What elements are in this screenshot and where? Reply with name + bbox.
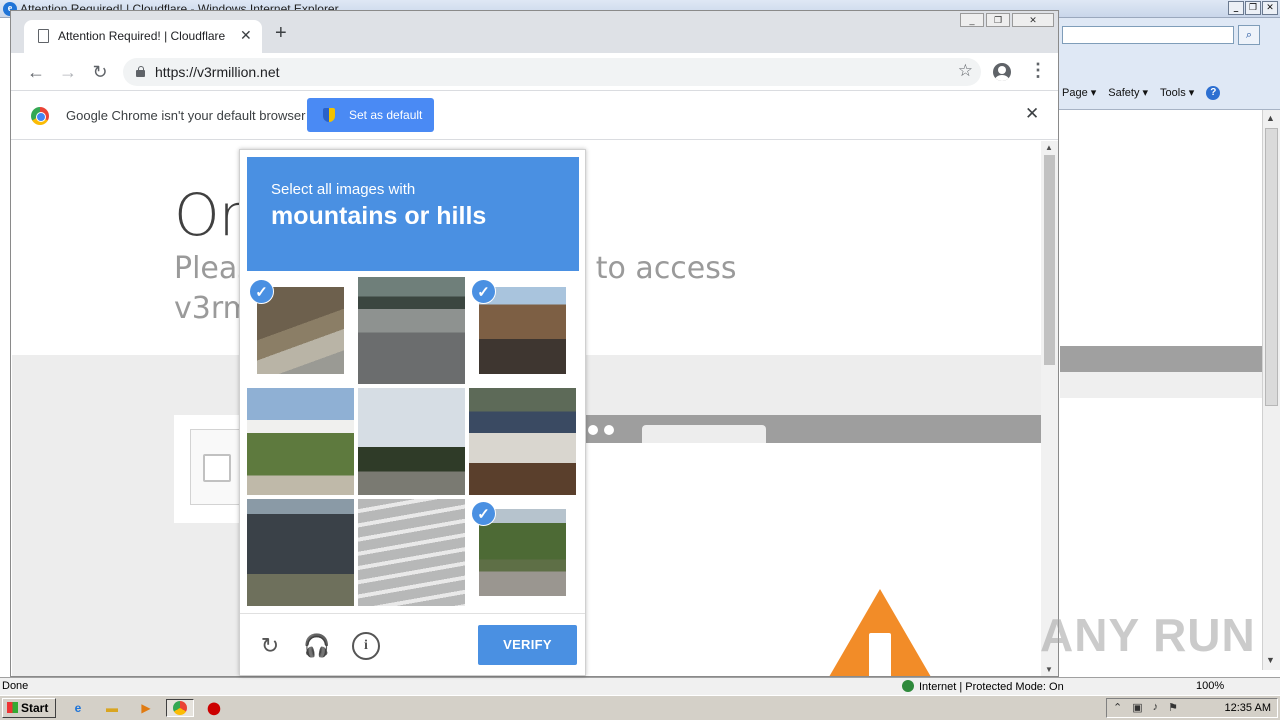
- image-tile[interactable]: [469, 388, 576, 495]
- ie-status-text: Done: [2, 680, 29, 692]
- chrome-toolbar: ← → ↻ https://v3rmillion.net ☆ ⋮: [11, 53, 1058, 91]
- folder-icon[interactable]: ▬: [102, 699, 122, 717]
- page-icon: [38, 29, 49, 43]
- illustration-dot: [588, 425, 598, 435]
- tray-expand-icon[interactable]: ⌃: [1113, 701, 1122, 714]
- start-button[interactable]: Start: [2, 698, 56, 718]
- taskbar: Start e ▬ ▶ ⬤ ⌃ ▣ ♪ ⚑ 12:35 AM: [0, 695, 1280, 720]
- chrome-restore-button[interactable]: ❐: [986, 13, 1010, 27]
- image-tile[interactable]: [358, 388, 465, 495]
- ie-zoom-level[interactable]: 100%: [1196, 680, 1224, 692]
- ie-page-gray-bar: [1060, 346, 1262, 372]
- search-icon[interactable]: ⌕: [1238, 25, 1260, 45]
- image-tile[interactable]: ✓: [469, 499, 576, 606]
- windows-flag-icon: [7, 702, 18, 713]
- help-icon[interactable]: ?: [1206, 86, 1221, 100]
- scroll-up-icon[interactable]: ▲: [1266, 113, 1275, 123]
- challenge-footer: ↻ 🎧 i VERIFY: [240, 613, 585, 676]
- lock-icon[interactable]: [136, 66, 145, 77]
- globe-icon: [902, 680, 914, 692]
- tab-close-icon[interactable]: ✕: [240, 27, 252, 44]
- set-as-default-label: Set as default: [349, 108, 423, 122]
- scroll-down-icon[interactable]: ▼: [1266, 655, 1275, 665]
- illustration-tab: [642, 425, 766, 443]
- audio-challenge-icon[interactable]: 🎧: [303, 632, 331, 660]
- ie-minimize-button[interactable]: _: [1228, 1, 1244, 15]
- image-tile[interactable]: ✓: [247, 277, 354, 384]
- recaptcha-checkbox[interactable]: [203, 454, 231, 482]
- anyrun-watermark: ANY RUN: [1040, 609, 1256, 661]
- volume-icon[interactable]: ♪: [1153, 701, 1159, 714]
- tab-strip: Attention Required! | Cloudflare ✕ + _ ❐…: [11, 11, 1058, 53]
- ie-page-menu[interactable]: Page ▾: [1062, 86, 1096, 100]
- browser-illustration: [572, 415, 1042, 443]
- image-grid: ✓ ✓ ✓: [247, 277, 579, 609]
- scroll-up-icon[interactable]: ▲: [1045, 143, 1053, 152]
- infobar-close-icon[interactable]: ✕: [1025, 104, 1039, 124]
- info-icon[interactable]: i: [352, 632, 380, 660]
- illustration-page: [572, 443, 1042, 676]
- reload-icon[interactable]: ↻: [87, 59, 113, 85]
- chrome-taskbar-icon[interactable]: [166, 699, 194, 717]
- ie-quicklaunch-icon[interactable]: e: [68, 699, 88, 717]
- clock[interactable]: 12:35 AM: [1225, 702, 1271, 714]
- page-scrollbar[interactable]: ▲ ▼: [1041, 141, 1058, 676]
- ie-status-bar: Done Internet | Protected Mode: On 100%: [0, 677, 1280, 695]
- scrollbar-thumb[interactable]: [1044, 155, 1055, 365]
- image-tile[interactable]: ✓: [469, 277, 576, 384]
- reload-challenge-icon[interactable]: ↻: [256, 632, 284, 660]
- image-tile[interactable]: [247, 388, 354, 495]
- checkmark-icon: ✓: [471, 501, 496, 526]
- ie-security-zone: Internet | Protected Mode: On: [919, 681, 1064, 693]
- profile-icon[interactable]: [993, 63, 1011, 81]
- network-icon[interactable]: ▣: [1132, 701, 1142, 714]
- flag-icon[interactable]: ⚑: [1168, 701, 1178, 714]
- recaptcha-challenge: Select all images with mountains or hill…: [239, 149, 586, 676]
- image-tile[interactable]: [358, 499, 465, 606]
- ie-restore-button[interactable]: ❐: [1245, 1, 1261, 15]
- ie-toolbar: ⌕ Page ▾ Safety ▾ Tools ▾ ?: [1058, 18, 1280, 110]
- forward-icon[interactable]: →: [55, 59, 81, 85]
- infobar-message: Google Chrome isn't your default browser: [66, 108, 306, 123]
- shield-icon: [323, 108, 335, 122]
- back-icon[interactable]: ←: [23, 59, 49, 85]
- ie-vertical-scrollbar[interactable]: ▲ ▼: [1262, 110, 1280, 670]
- scrollbar-thumb[interactable]: [1265, 128, 1278, 406]
- ie-search-input[interactable]: [1062, 26, 1234, 44]
- illustration-dot: [604, 425, 614, 435]
- chrome-close-button[interactable]: ✕: [1012, 13, 1054, 27]
- ie-safety-menu[interactable]: Safety ▾: [1108, 86, 1148, 100]
- set-as-default-button[interactable]: Set as default: [307, 98, 434, 132]
- tab-cloudflare[interactable]: Attention Required! | Cloudflare ✕: [24, 20, 262, 53]
- stop-icon[interactable]: ⬤: [204, 699, 224, 717]
- checkmark-icon: ✓: [249, 279, 274, 304]
- media-player-icon[interactable]: ▶: [136, 699, 156, 717]
- scroll-down-icon[interactable]: ▼: [1045, 665, 1053, 674]
- challenge-target: mountains or hills: [271, 202, 487, 230]
- ie-close-button[interactable]: ✕: [1262, 1, 1278, 15]
- checkmark-icon: ✓: [471, 279, 496, 304]
- bookmark-star-icon[interactable]: ☆: [958, 61, 973, 81]
- image-tile[interactable]: [247, 499, 354, 606]
- challenge-instruction: Select all images with: [271, 181, 416, 198]
- tab-title: Attention Required! | Cloudflare: [58, 29, 226, 43]
- chrome-logo-icon: [31, 107, 49, 125]
- system-tray: ⌃ ▣ ♪ ⚑ 12:35 AM: [1106, 698, 1278, 718]
- menu-kebab-icon[interactable]: ⋮: [1029, 60, 1047, 81]
- cloudflare-heading: Or: [174, 181, 242, 249]
- address-bar[interactable]: https://v3rmillion.net ☆: [123, 58, 981, 86]
- chrome-minimize-button[interactable]: _: [960, 13, 984, 27]
- warning-mark: [869, 633, 891, 676]
- ie-tools-menu[interactable]: Tools ▾: [1160, 86, 1194, 100]
- start-label: Start: [21, 701, 49, 715]
- new-tab-icon[interactable]: +: [275, 23, 287, 43]
- url-text[interactable]: https://v3rmillion.net: [155, 64, 280, 80]
- image-tile[interactable]: [358, 277, 465, 384]
- verify-button[interactable]: VERIFY: [478, 625, 577, 665]
- ie-page-gray-band: [1060, 372, 1262, 398]
- challenge-header: Select all images with mountains or hill…: [247, 157, 579, 271]
- default-browser-infobar: Google Chrome isn't your default browser…: [11, 91, 1058, 140]
